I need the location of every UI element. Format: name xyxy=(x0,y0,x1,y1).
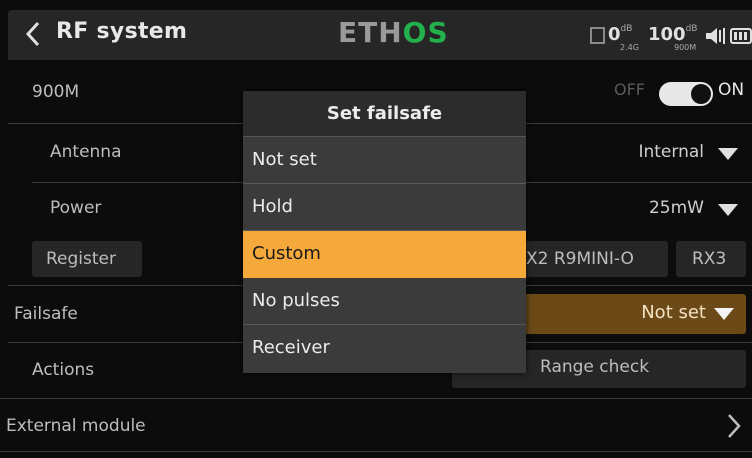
battery-icon xyxy=(730,28,752,44)
option-no-pulses[interactable]: No pulses xyxy=(243,278,526,325)
chevron-right-icon xyxy=(728,414,741,438)
back-arrow-icon[interactable] xyxy=(24,21,42,47)
status-area: 0dB 2.4G 100dB 900M xyxy=(590,24,752,52)
external-module-label: External module xyxy=(6,416,146,436)
option-receiver[interactable]: Receiver xyxy=(243,325,526,372)
rssi-900-band: 900M xyxy=(674,43,697,52)
rssi-2g4-band: 2.4G xyxy=(620,43,639,52)
antenna-dropdown-arrow-icon xyxy=(718,148,738,160)
rssi-2g4-unit: dB xyxy=(620,24,633,34)
signal-box-icon xyxy=(590,27,605,44)
rf-system-screen: RF system ETHOS 0dB 2.4G 100dB 900M 900M… xyxy=(0,0,752,458)
logo-text-accent: OS xyxy=(402,16,449,49)
register-button[interactable]: Register xyxy=(32,241,142,277)
receiver-slot-2[interactable]: X2 R9MINI-O xyxy=(524,241,668,277)
power-dropdown[interactable]: 25mW xyxy=(560,190,746,230)
failsafe-value: Not set xyxy=(641,302,706,323)
toggle-knob xyxy=(691,84,711,104)
external-module-row[interactable]: External module xyxy=(0,404,752,448)
rssi-2g4-value: 0 xyxy=(608,24,621,45)
toggle-on-label: ON xyxy=(718,80,745,100)
antenna-value: Internal xyxy=(638,142,704,162)
failsafe-label: Failsafe xyxy=(14,304,78,324)
actions-label: Actions xyxy=(32,360,95,380)
receiver-slot-2-label: X2 R9MINI-O xyxy=(526,249,634,269)
antenna-dropdown[interactable]: Internal xyxy=(560,134,746,174)
speaker-icon[interactable] xyxy=(704,26,726,46)
logo-text-main: ETH xyxy=(338,16,403,49)
failsafe-dropdown-arrow-icon xyxy=(714,308,734,320)
option-hold[interactable]: Hold xyxy=(243,184,526,231)
module-900-label: 900M xyxy=(32,82,80,102)
divider xyxy=(0,398,752,399)
module-900-toggle[interactable] xyxy=(659,82,713,106)
dialog-title: Set failsafe xyxy=(243,91,526,137)
ethos-logo: ETHOS xyxy=(338,16,449,49)
option-not-set[interactable]: Not set xyxy=(243,137,526,184)
receiver-slot-3[interactable]: RX3 xyxy=(676,241,746,277)
page-title: RF system xyxy=(56,19,188,44)
range-check-label: Range check xyxy=(540,357,650,377)
power-label: Power xyxy=(50,198,102,218)
antenna-label: Antenna xyxy=(50,142,122,162)
rssi-900-value: 100 xyxy=(648,24,686,45)
option-custom[interactable]: Custom xyxy=(243,231,526,278)
set-failsafe-dialog: Set failsafe Not set Hold Custom No puls… xyxy=(243,91,526,373)
rssi-900-unit: dB xyxy=(685,24,698,34)
divider xyxy=(0,451,752,452)
power-dropdown-arrow-icon xyxy=(718,204,738,216)
header-bar: RF system ETHOS 0dB 2.4G 100dB 900M xyxy=(8,10,752,60)
rssi-2g4: 0dB xyxy=(608,24,632,45)
power-value: 25mW xyxy=(648,198,704,218)
rssi-900: 100dB xyxy=(648,24,697,45)
toggle-off-label: OFF xyxy=(614,80,645,99)
